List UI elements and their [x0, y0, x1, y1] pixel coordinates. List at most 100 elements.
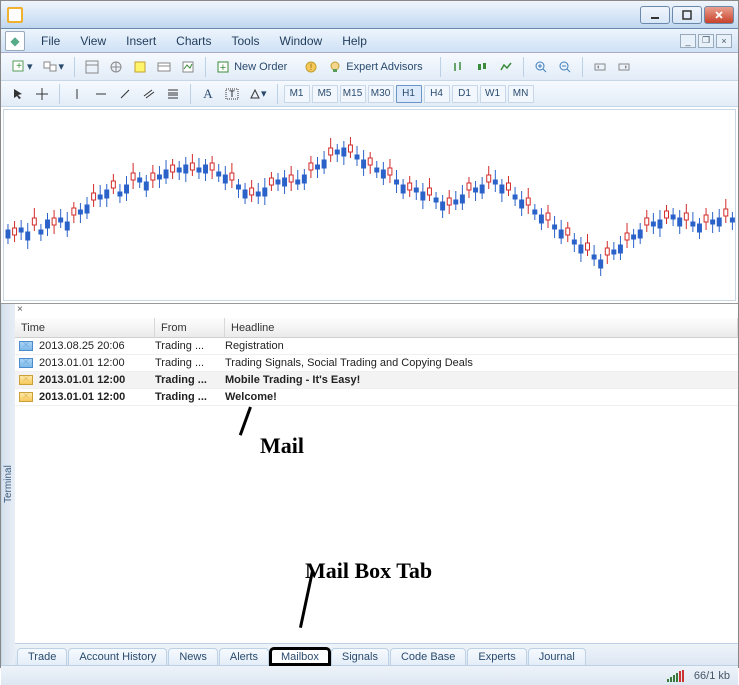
app-icon [7, 7, 23, 23]
channel-button[interactable] [138, 83, 160, 105]
mail-row[interactable]: 2013.08.25 20:06Trading ...Registration [15, 338, 738, 355]
maximize-button[interactable] [672, 6, 702, 24]
annotation-mailbox-tab: Mail Box Tab [305, 558, 432, 584]
candlestick-chart [4, 110, 735, 300]
timeframe-h4[interactable]: H4 [424, 85, 450, 103]
mail-from: Trading ... [155, 340, 225, 352]
tab-journal[interactable]: Journal [528, 648, 586, 665]
minimize-button[interactable] [640, 6, 670, 24]
meta-quotes-button[interactable]: ! [300, 56, 322, 78]
timeframe-w1[interactable]: W1 [480, 85, 506, 103]
terminal-close-button[interactable]: × [15, 304, 738, 318]
fibonacci-button[interactable] [162, 83, 184, 105]
terminal-tabs: Trade Account History News Alerts Mailbo… [15, 643, 738, 665]
column-header-from[interactable]: From [155, 318, 225, 337]
tab-experts[interactable]: Experts [467, 648, 526, 665]
navigator-button[interactable] [105, 56, 127, 78]
mdi-restore-button[interactable]: ❐ [698, 34, 714, 48]
terminal-sidebar-label[interactable]: Terminal [1, 304, 15, 665]
tab-news[interactable]: News [168, 648, 218, 665]
shapes-button[interactable]: ▾ [245, 83, 271, 105]
tab-trade[interactable]: Trade [17, 648, 67, 665]
new-chart-button[interactable]: +▾ [7, 56, 37, 78]
menu-charts[interactable]: Charts [166, 31, 221, 51]
menu-window[interactable]: Window [270, 31, 333, 51]
mail-unread-icon [19, 375, 33, 385]
app-menu-icon[interactable]: ◆ [5, 31, 25, 51]
tab-code-base[interactable]: Code Base [390, 648, 466, 665]
status-bar: 66/1 kb [1, 665, 738, 685]
mdi-minimize-button[interactable]: _ [680, 34, 696, 48]
svg-text:!: ! [310, 62, 313, 72]
mail-from: Trading ... [155, 357, 225, 369]
tab-account-history[interactable]: Account History [68, 648, 167, 665]
timeframe-d1[interactable]: D1 [452, 85, 478, 103]
tab-mailbox[interactable]: Mailbox [270, 648, 330, 665]
drawing-toolbar: A T ▾ M1 M5 M15 M30 H1 H4 D1 W1 MN [1, 81, 738, 107]
bar-chart-button[interactable] [447, 56, 469, 78]
tab-signals[interactable]: Signals [331, 648, 389, 665]
menu-help[interactable]: Help [332, 31, 377, 51]
auto-scroll-button[interactable] [589, 56, 611, 78]
svg-text:T: T [229, 89, 235, 99]
menu-insert[interactable]: Insert [116, 31, 166, 51]
menubar: ◆ File View Insert Charts Tools Window H… [1, 29, 738, 53]
horizontal-line-button[interactable] [90, 83, 112, 105]
svg-text:+: + [16, 61, 22, 72]
mail-headline: Welcome! [225, 391, 738, 403]
mail-headline: Mobile Trading - It's Easy! [225, 374, 738, 386]
expert-advisors-button[interactable]: Expert Advisors [324, 56, 433, 78]
profiles-button[interactable]: ▾ [39, 56, 69, 78]
timeframe-mn[interactable]: MN [508, 85, 534, 103]
annotation-line-mail [239, 406, 252, 435]
data-window-button[interactable] [129, 56, 151, 78]
text-label-button[interactable]: T [221, 83, 243, 105]
window-titlebar [1, 1, 738, 29]
status-bandwidth: 66/1 kb [694, 670, 730, 682]
terminal-panel: × Time From Headline 2013.08.25 20:06Tra… [15, 304, 738, 665]
tab-alerts[interactable]: Alerts [219, 648, 269, 665]
close-button[interactable] [704, 6, 734, 24]
menu-view[interactable]: View [70, 31, 116, 51]
zoom-in-button[interactable] [530, 56, 552, 78]
timeframe-h1[interactable]: H1 [396, 85, 422, 103]
mail-unread-icon [19, 392, 33, 402]
timeframe-m5[interactable]: M5 [312, 85, 338, 103]
terminal-button[interactable] [153, 56, 175, 78]
new-order-label: New Order [230, 61, 291, 73]
vertical-line-button[interactable] [66, 83, 88, 105]
mail-read-icon [19, 341, 33, 351]
svg-text:+: + [220, 62, 226, 74]
mail-row[interactable]: 2013.01.01 12:00Trading ...Trading Signa… [15, 355, 738, 372]
trendline-button[interactable] [114, 83, 136, 105]
chart-shift-button[interactable] [613, 56, 635, 78]
timeframe-m1[interactable]: M1 [284, 85, 310, 103]
mail-time: 2013.08.25 20:06 [37, 340, 155, 352]
timeframe-m15[interactable]: M15 [340, 85, 366, 103]
mdi-close-button[interactable]: × [716, 34, 732, 48]
candle-chart-button[interactable] [471, 56, 493, 78]
column-header-headline[interactable]: Headline [225, 318, 738, 337]
line-chart-button[interactable] [495, 56, 517, 78]
chart-area[interactable] [3, 109, 736, 301]
zoom-out-button[interactable] [554, 56, 576, 78]
mail-row[interactable]: 2013.01.01 12:00Trading ...Welcome! [15, 389, 738, 406]
cursor-button[interactable] [7, 83, 29, 105]
crosshair-button[interactable] [31, 83, 53, 105]
mail-time: 2013.01.01 12:00 [37, 357, 155, 369]
new-order-button[interactable]: + New Order [212, 56, 298, 78]
mail-row[interactable]: 2013.01.01 12:00Trading ...Mobile Tradin… [15, 372, 738, 389]
strategy-tester-button[interactable] [177, 56, 199, 78]
mail-from: Trading ... [155, 391, 225, 403]
mail-time: 2013.01.01 12:00 [37, 374, 155, 386]
annotation-mail: Mail [260, 433, 304, 459]
text-button[interactable]: A [197, 83, 219, 105]
mail-headline: Trading Signals, Social Trading and Copy… [225, 357, 738, 369]
menu-file[interactable]: File [31, 31, 70, 51]
menu-tools[interactable]: Tools [222, 31, 270, 51]
timeframe-m30[interactable]: M30 [368, 85, 394, 103]
column-header-time[interactable]: Time [15, 318, 155, 337]
mail-headline: Registration [225, 340, 738, 352]
market-watch-button[interactable] [81, 56, 103, 78]
connection-bars-icon [667, 670, 684, 682]
